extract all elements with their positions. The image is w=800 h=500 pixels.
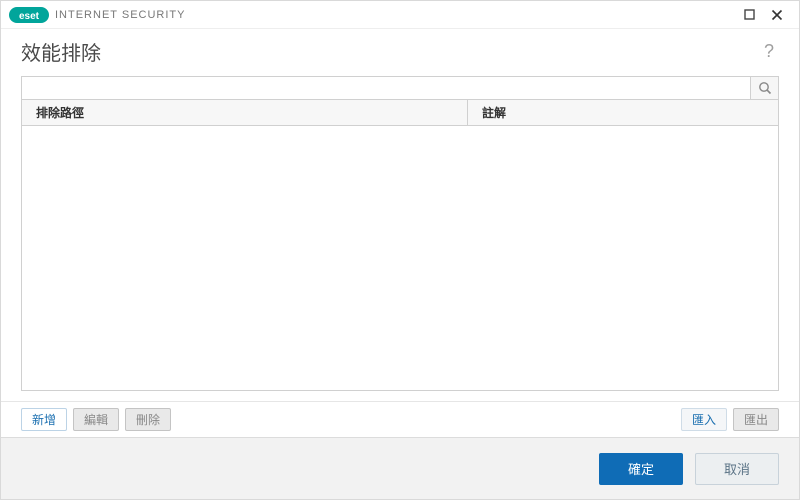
search-icon [758,81,772,95]
maximize-button[interactable] [735,1,763,29]
brand-logo: eset [9,7,49,23]
ok-button[interactable]: 確定 [599,453,683,485]
page-title: 效能排除 [21,37,101,66]
column-header-comment[interactable]: 註解 [468,100,778,125]
brand-logo-text: eset [19,11,40,22]
delete-button: 刪除 [125,408,171,431]
search-button[interactable] [750,77,778,99]
table-body [22,126,778,390]
toolbar: 新增 編輯 刪除 匯入 匯出 [1,401,799,437]
add-button[interactable]: 新增 [21,408,67,431]
export-button: 匯出 [733,408,779,431]
product-name: INTERNET SECURITY [55,9,185,21]
dialog-footer: 確定 取消 [1,437,799,499]
window: eset INTERNET SECURITY 效能排除 ? [0,0,800,500]
titlebar: eset INTERNET SECURITY [1,1,799,29]
table-header: 排除路徑 註解 [22,100,778,126]
help-icon[interactable]: ? [759,41,779,62]
page-header: 效能排除 ? [1,29,799,76]
exclusions-table: 排除路徑 註解 [21,100,779,391]
close-button[interactable] [763,1,791,29]
search-input[interactable] [22,77,750,99]
cancel-button[interactable]: 取消 [695,453,779,485]
import-button[interactable]: 匯入 [681,408,727,431]
column-header-path[interactable]: 排除路徑 [22,100,468,125]
content-area: 排除路徑 註解 [1,76,799,401]
search-row [21,76,779,100]
edit-button: 編輯 [73,408,119,431]
